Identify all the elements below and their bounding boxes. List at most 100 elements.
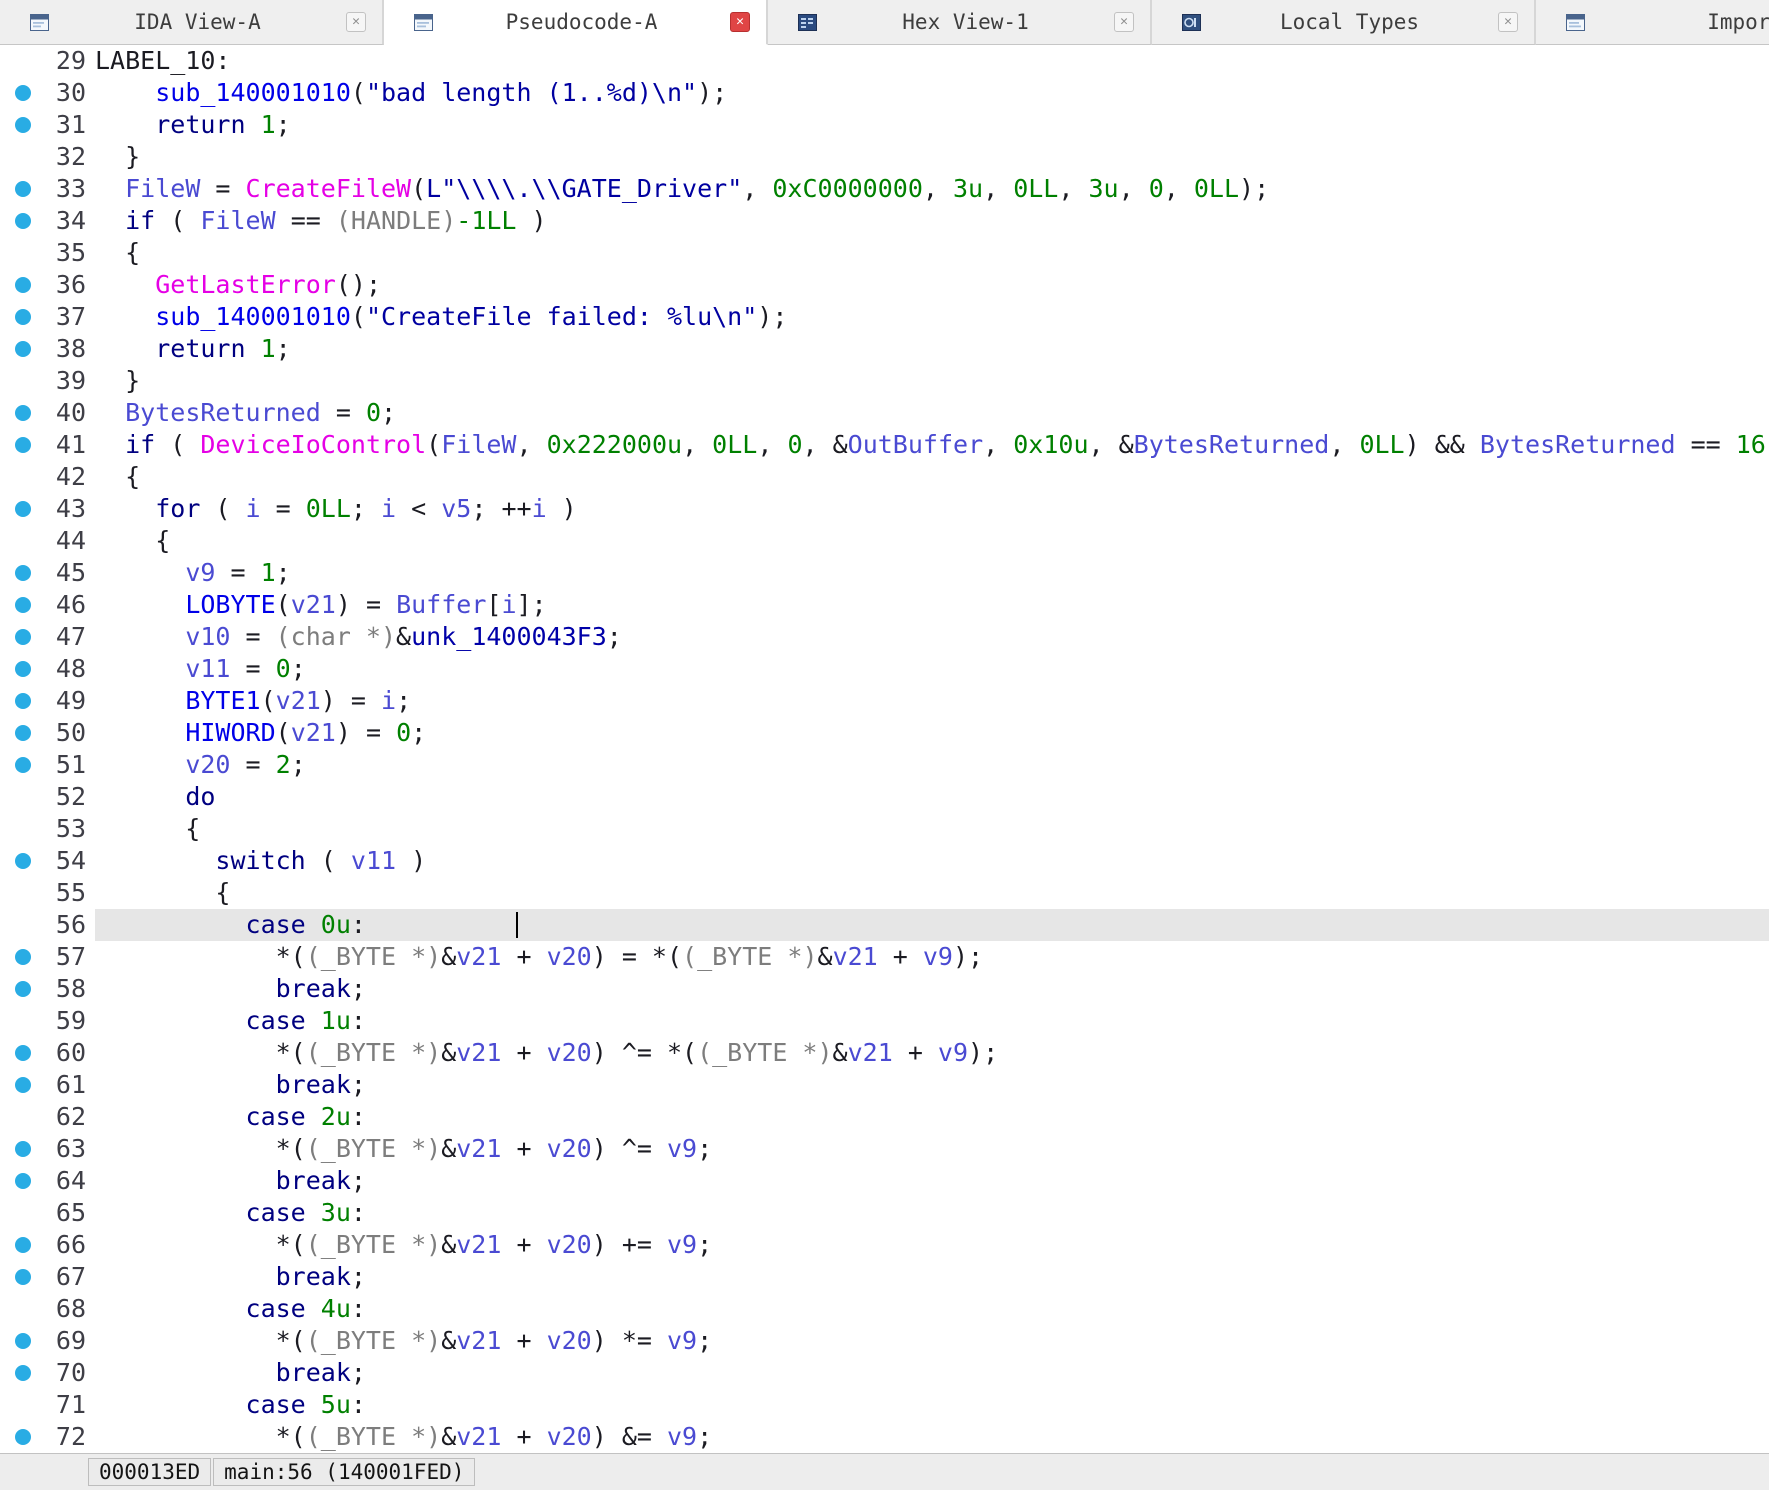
tab-ida-view-a[interactable]: IDA View-A ✕ xyxy=(0,0,384,45)
code-line[interactable]: 41 if ( DeviceIoControl(FileW, 0x222000u… xyxy=(0,429,1769,461)
code-line[interactable]: 70 break; xyxy=(0,1357,1769,1389)
code-line[interactable]: 29LABEL_10: xyxy=(0,45,1769,77)
code-text: return 1; xyxy=(95,109,1769,141)
code-line[interactable]: 49 BYTE1(v21) = i; xyxy=(0,685,1769,717)
tab-pseudocode-a[interactable]: Pseudocode-A ✕ xyxy=(384,0,768,45)
code-line[interactable]: 43 for ( i = 0LL; i < v5; ++i ) xyxy=(0,493,1769,525)
statement-dot-icon xyxy=(15,1269,31,1285)
statement-dot-icon xyxy=(15,725,31,741)
code-line[interactable]: 60 *((_BYTE *)&v21 + v20) ^= *((_BYTE *)… xyxy=(0,1037,1769,1069)
code-text: do xyxy=(95,781,1769,813)
close-icon[interactable]: ✕ xyxy=(730,12,750,32)
code-line[interactable]: 48 v11 = 0; xyxy=(0,653,1769,685)
code-line[interactable]: 58 break; xyxy=(0,973,1769,1005)
code-line[interactable]: 34 if ( FileW == (HANDLE)-1LL ) xyxy=(0,205,1769,237)
line-number: 37 xyxy=(56,301,86,333)
code-line[interactable]: 71 case 5u: xyxy=(0,1389,1769,1421)
line-gutter: 48 xyxy=(0,653,95,685)
code-line[interactable]: 66 *((_BYTE *)&v21 + v20) += v9; xyxy=(0,1229,1769,1261)
code-line[interactable]: 67 break; xyxy=(0,1261,1769,1293)
close-icon[interactable]: ✕ xyxy=(1498,12,1518,32)
line-gutter: 36 xyxy=(0,269,95,301)
line-number: 68 xyxy=(56,1293,86,1325)
code-line[interactable]: 42 { xyxy=(0,461,1769,493)
code-line[interactable]: 54 switch ( v11 ) xyxy=(0,845,1769,877)
code-line[interactable]: 50 HIWORD(v21) = 0; xyxy=(0,717,1769,749)
code-line[interactable]: 32 } xyxy=(0,141,1769,173)
code-line[interactable]: 63 *((_BYTE *)&v21 + v20) ^= v9; xyxy=(0,1133,1769,1165)
code-text: sub_140001010("CreateFile failed: %lu\n"… xyxy=(95,301,1769,333)
code-line[interactable]: 72 *((_BYTE *)&v21 + v20) &= v9; xyxy=(0,1421,1769,1453)
close-icon[interactable]: ✕ xyxy=(1114,12,1134,32)
code-text: break; xyxy=(95,973,1769,1005)
code-line[interactable]: 45 v9 = 1; xyxy=(0,557,1769,589)
code-line[interactable]: 35 { xyxy=(0,237,1769,269)
line-gutter: 49 xyxy=(0,685,95,717)
statement-dot-icon xyxy=(15,1429,31,1445)
code-line[interactable]: 30 sub_140001010("bad length (1..%d)\n")… xyxy=(0,77,1769,109)
line-number: 40 xyxy=(56,397,86,429)
code-line[interactable]: 61 break; xyxy=(0,1069,1769,1101)
line-gutter: 37 xyxy=(0,301,95,333)
line-gutter: 70 xyxy=(0,1357,95,1389)
statement-dot-icon xyxy=(15,1333,31,1349)
tab-local-types[interactable]: Local Types ✕ xyxy=(1152,0,1536,45)
line-number: 66 xyxy=(56,1229,86,1261)
code-line[interactable]: 65 case 3u: xyxy=(0,1197,1769,1229)
line-number: 49 xyxy=(56,685,86,717)
tab-label: Pseudocode-A xyxy=(433,10,730,34)
code-line[interactable]: 51 v20 = 2; xyxy=(0,749,1769,781)
line-number: 35 xyxy=(56,237,86,269)
tab-hex-view-1[interactable]: Hex View-1 ✕ xyxy=(768,0,1152,45)
code-text: break; xyxy=(95,1261,1769,1293)
hex-view-icon xyxy=(798,14,817,31)
code-line[interactable]: 39 } xyxy=(0,365,1769,397)
code-line[interactable]: 36 GetLastError(); xyxy=(0,269,1769,301)
code-text: BytesReturned = 0; xyxy=(95,397,1769,429)
code-line[interactable]: 52 do xyxy=(0,781,1769,813)
statement-dot-icon xyxy=(15,757,31,773)
line-number: 41 xyxy=(56,429,86,461)
code-line[interactable]: 57 *((_BYTE *)&v21 + v20) = *((_BYTE *)&… xyxy=(0,941,1769,973)
statement-dot-icon xyxy=(15,853,31,869)
line-gutter: 56 xyxy=(0,909,95,941)
statement-dot-icon xyxy=(15,85,31,101)
code-line[interactable]: 56 case 0u: xyxy=(0,909,1769,941)
code-line[interactable]: 62 case 2u: xyxy=(0,1101,1769,1133)
line-number: 47 xyxy=(56,621,86,653)
code-line[interactable]: 69 *((_BYTE *)&v21 + v20) *= v9; xyxy=(0,1325,1769,1357)
code-text: { xyxy=(95,877,1769,909)
statement-dot-icon xyxy=(15,981,31,997)
code-line[interactable]: 59 case 1u: xyxy=(0,1005,1769,1037)
statement-dot-icon xyxy=(15,1173,31,1189)
code-text: if ( DeviceIoControl(FileW, 0x222000u, 0… xyxy=(95,429,1769,461)
code-line[interactable]: 33 FileW = CreateFileW(L"\\\\.\\GATE_Dri… xyxy=(0,173,1769,205)
line-number: 46 xyxy=(56,589,86,621)
line-gutter: 51 xyxy=(0,749,95,781)
line-number: 31 xyxy=(56,109,86,141)
code-text: *((_BYTE *)&v21 + v20) ^= *((_BYTE *)&v2… xyxy=(95,1037,1769,1069)
code-line[interactable]: 46 LOBYTE(v21) = Buffer[i]; xyxy=(0,589,1769,621)
code-line[interactable]: 38 return 1; xyxy=(0,333,1769,365)
code-line[interactable]: 31 return 1; xyxy=(0,109,1769,141)
line-gutter: 30 xyxy=(0,77,95,109)
line-number: 54 xyxy=(56,845,86,877)
pseudocode-view[interactable]: 29LABEL_10:30 sub_140001010("bad length … xyxy=(0,45,1769,1453)
line-gutter: 47 xyxy=(0,621,95,653)
tab-imports[interactable]: Imports xyxy=(1536,0,1769,45)
code-line[interactable]: 68 case 4u: xyxy=(0,1293,1769,1325)
close-icon[interactable]: ✕ xyxy=(346,12,366,32)
code-line[interactable]: 47 v10 = (char *)&unk_1400043F3; xyxy=(0,621,1769,653)
code-line[interactable]: 44 { xyxy=(0,525,1769,557)
code-text: v11 = 0; xyxy=(95,653,1769,685)
code-line[interactable]: 64 break; xyxy=(0,1165,1769,1197)
line-number: 33 xyxy=(56,173,86,205)
code-text: { xyxy=(95,813,1769,845)
line-number: 29 xyxy=(56,45,86,77)
code-line[interactable]: 40 BytesReturned = 0; xyxy=(0,397,1769,429)
line-number: 60 xyxy=(56,1037,86,1069)
code-line[interactable]: 53 { xyxy=(0,813,1769,845)
statement-dot-icon xyxy=(15,693,31,709)
code-line[interactable]: 55 { xyxy=(0,877,1769,909)
code-line[interactable]: 37 sub_140001010("CreateFile failed: %lu… xyxy=(0,301,1769,333)
